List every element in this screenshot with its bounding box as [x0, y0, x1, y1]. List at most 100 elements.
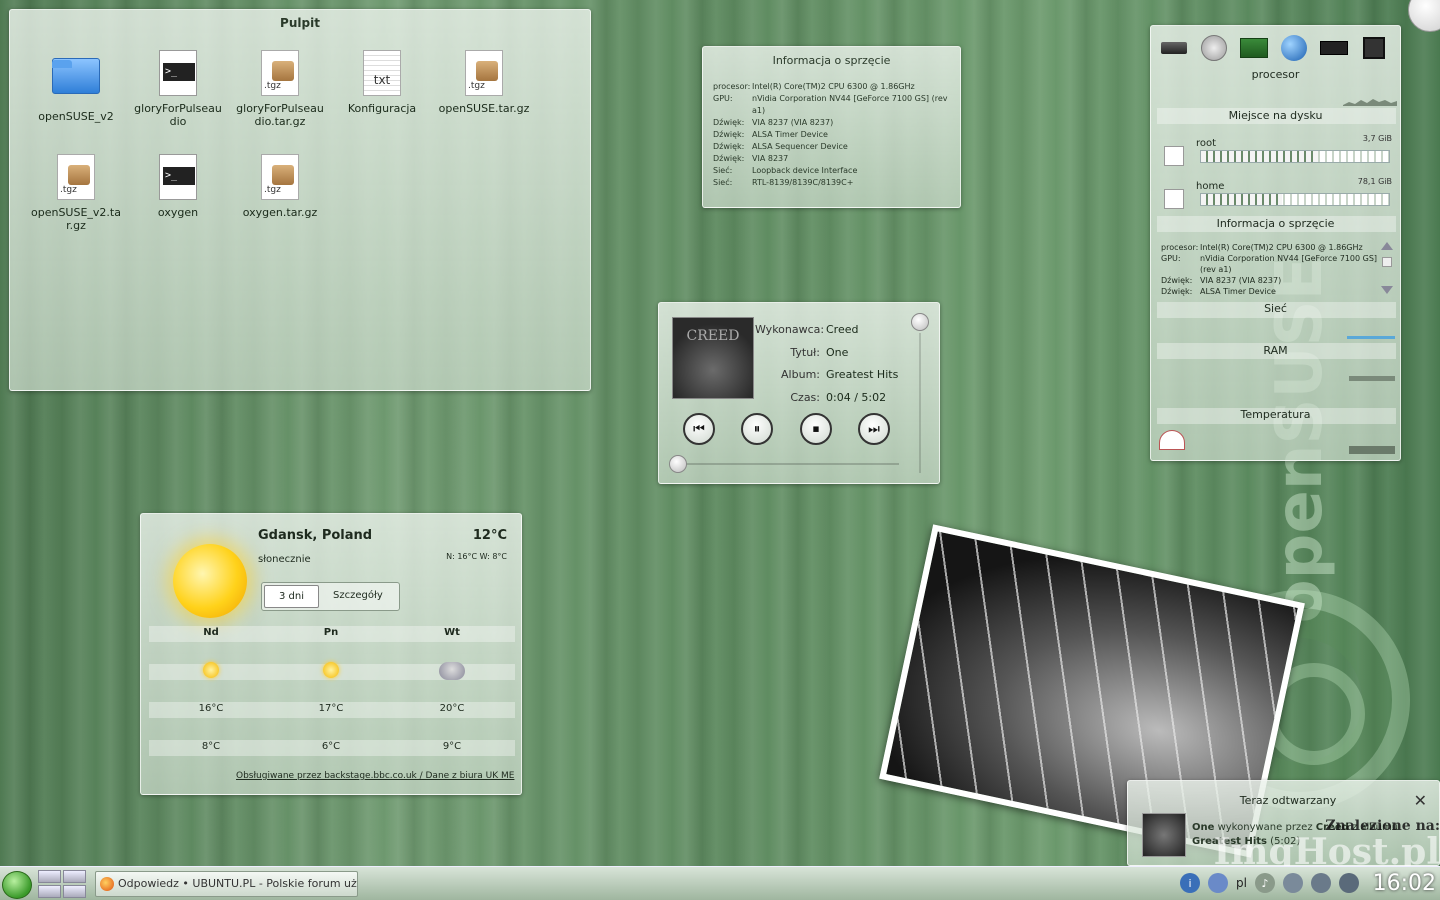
hw-row: Sieć: RTL-8139/8139C/8139C+ — [713, 177, 953, 189]
forecast-low: 8°C — [201, 741, 221, 752]
tab-details[interactable]: Szczegóły — [319, 585, 397, 608]
desktop-icon[interactable]: .tgz oxygen.tar.gz — [234, 154, 326, 219]
volume-slider-track[interactable] — [919, 333, 921, 473]
tab-3-days[interactable]: 3 dni — [264, 585, 320, 608]
clock[interactable]: 16:02 — [1373, 871, 1436, 896]
archive-icon: .tgz — [52, 154, 100, 202]
hw-scrollbar[interactable] — [1381, 242, 1393, 294]
next-button[interactable]: ⏭ — [858, 413, 890, 445]
weather-widget: Gdansk, Poland 12°C słonecznie N: 16°C W… — [140, 513, 522, 795]
desktop-2[interactable] — [63, 870, 86, 883]
network-manager-icon[interactable] — [1208, 873, 1228, 893]
desktop-4[interactable] — [63, 885, 86, 898]
taskbar-task-firefox[interactable]: Odpowiedz • UBUNTU.PL - Polskie forum uż… — [95, 871, 358, 897]
taskbar: Odpowiedz • UBUNTU.PL - Polskie forum uż… — [0, 866, 1440, 900]
forecast-high: 17°C — [318, 703, 344, 714]
forecast-day-name: Nd — [203, 627, 219, 638]
temperature-gauge-icon — [1159, 430, 1185, 450]
network-globe-icon[interactable] — [1277, 34, 1311, 62]
cpu-icon[interactable] — [1357, 34, 1391, 62]
weather-tabs: 3 dni Szczegóły — [261, 582, 400, 611]
ram-icon[interactable] — [1317, 34, 1351, 62]
temperature-title: Temperatura — [1240, 408, 1311, 421]
notification-title: Teraz odtwarzany — [1239, 794, 1337, 807]
desktop-icon[interactable]: txt Konfiguracja — [336, 50, 428, 115]
tray-expand-icon[interactable] — [1338, 873, 1359, 893]
time-value: 0:04 / 5:02 — [826, 390, 887, 404]
hardware-card-icon[interactable] — [1237, 34, 1271, 62]
next-icon: ⏭ — [868, 421, 880, 437]
scroll-thumb[interactable] — [1382, 257, 1392, 267]
disk-usage-fill — [1201, 151, 1318, 162]
desktop-icon[interactable]: gloryForPulseaudio — [132, 50, 224, 128]
scroll-up-icon[interactable] — [1381, 242, 1393, 250]
device-notifier-icon[interactable] — [1282, 873, 1303, 893]
weather-source-link[interactable]: Obsługiwane przez backstage.bbc.co.uk / … — [236, 771, 514, 781]
title-value: One — [826, 345, 849, 359]
hw-key: procesor: — [713, 82, 751, 91]
info-icon[interactable]: i — [1180, 873, 1200, 893]
weather-condition: słonecznie — [258, 554, 311, 565]
desktop-folder-title: Pulpit — [280, 16, 320, 30]
hardware-info-widget: Informacja o sprzęcie procesor: Intel(R) … — [702, 46, 961, 208]
weather-current-temp: 12°C — [472, 528, 507, 543]
artist-label: Wykonawca: — [755, 323, 825, 336]
desktop-toolbox-icon[interactable] — [1408, 0, 1440, 32]
seek-slider-track[interactable] — [677, 463, 899, 465]
hw-key: Dźwięk: — [1161, 276, 1193, 285]
desktop-1[interactable] — [38, 870, 61, 883]
hw-key: Dźwięk: — [1161, 287, 1193, 296]
hw-row: Dźwięk: ALSA Sequencer Device — [713, 141, 953, 153]
hw-value: nVidia Corporation NV44 [GeForce 7100 GS… — [752, 94, 948, 115]
volume-slider-handle[interactable] — [911, 313, 929, 331]
desktop-icon[interactable]: .tgz openSUSE_v2.tar.gz — [30, 154, 122, 232]
system-monitor-widget: procesor Miejsce na dysku root 3,7 GiB h… — [1150, 25, 1401, 461]
desktop-3[interactable] — [38, 885, 61, 898]
disk-icon[interactable] — [1197, 34, 1231, 62]
hw-key: Dźwięk: — [713, 130, 745, 139]
stop-button[interactable]: ⏹ — [800, 413, 832, 445]
seek-slider-handle[interactable] — [669, 455, 687, 473]
updater-icon[interactable] — [1310, 873, 1331, 893]
hw-row: Dźwięk: VIA 8237 — [713, 153, 953, 165]
album-art: CREED — [672, 317, 754, 399]
desktop-icon[interactable]: oxygen — [132, 154, 224, 219]
hw-key: procesor: — [1161, 243, 1199, 252]
hw-value: Loopback device Interface — [752, 166, 858, 175]
scroll-down-icon[interactable] — [1381, 286, 1393, 294]
desktop-icon[interactable]: openSUSE_v2 — [30, 50, 122, 123]
desktop-icon[interactable]: .tgz gloryForPulseaudio.tar.gz — [234, 50, 326, 128]
hw-value: VIA 8237 (VIA 8237) — [752, 118, 834, 127]
disk-row-root: root 3,7 GiB — [1159, 134, 1394, 172]
previous-button[interactable]: ⏮ — [683, 413, 715, 445]
desktop-icon-label: Konfiguracja — [347, 102, 417, 115]
hw-key: Sieć: — [713, 166, 733, 175]
forecast-day-name: Wt — [444, 627, 460, 638]
disk-name: home — [1196, 181, 1225, 192]
pause-button[interactable]: ⏸ — [741, 413, 773, 445]
hw-value: RTL-8139/8139C/8139C+ — [752, 178, 854, 187]
hw-row: Dźwięk: VIA 8237 (VIA 8237) — [713, 117, 953, 129]
album-value: Greatest Hits — [826, 368, 899, 381]
archive-icon: .tgz — [256, 50, 304, 98]
hdd-icon[interactable] — [1157, 34, 1191, 62]
hw-row: GPU: nVidia Corporation NV44 [GeForce 710… — [713, 93, 953, 117]
hw-value: ALSA Timer Device — [1200, 287, 1276, 296]
desktop-icon[interactable]: .tgz openSUSE.tar.gz — [438, 50, 530, 115]
application-launcher-icon[interactable] — [2, 871, 32, 899]
virtual-desktop-pager[interactable] — [38, 870, 86, 898]
hw-row: procesor: Intel(R) Core(TM)2 CPU 6300 @ 1… — [1161, 242, 1379, 253]
keyboard-layout[interactable]: pl — [1236, 876, 1247, 890]
hw-row: procesor: Intel(R) Core(TM)2 CPU 6300 @ 1… — [713, 81, 953, 93]
close-icon[interactable]: ✕ — [1414, 791, 1427, 810]
desktop-icon-label: gloryForPulseaudio.tar.gz — [236, 102, 324, 128]
artist-value: Creed — [826, 323, 859, 336]
task-title: Odpowiedz • UBUNTU.PL - Polskie forum uż… — [118, 877, 357, 890]
hw-key: Dźwięk: — [713, 142, 745, 151]
disk-space-title: Miejsce na dysku — [1228, 109, 1323, 122]
volume-icon[interactable]: ♪ — [1254, 873, 1275, 893]
hw-value: VIA 8237 (VIA 8237) — [1200, 276, 1282, 285]
desktop-icon-label: openSUSE.tar.gz — [438, 102, 530, 115]
hw-row: Dźwięk: VIA 8237 (VIA 8237) — [1161, 275, 1379, 286]
disk-name: root — [1196, 138, 1217, 149]
